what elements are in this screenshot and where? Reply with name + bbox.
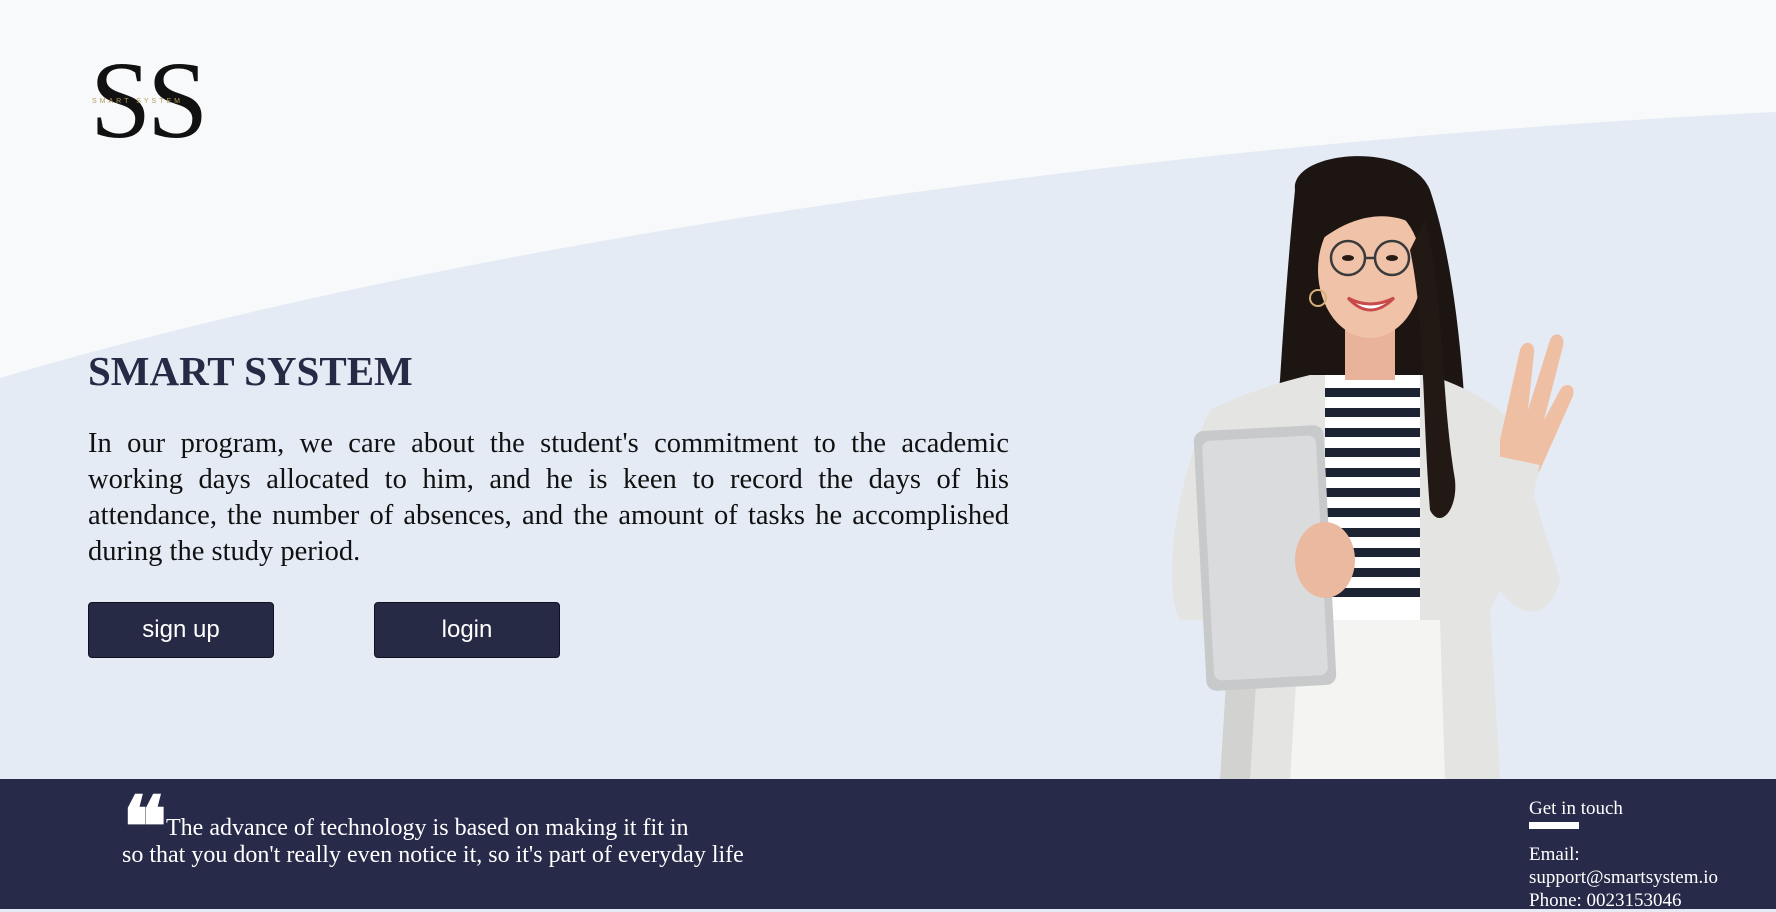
contact-underline: [1529, 822, 1579, 829]
hero-person-image: [1171, 156, 1574, 780]
quote-line-1: The advance of technology is based on ma…: [166, 815, 689, 841]
signup-button[interactable]: sign up: [88, 602, 274, 658]
hero-title: SMART SYSTEM: [88, 348, 413, 394]
quote-line-2: so that you don't really even notice it,…: [122, 842, 744, 868]
contact-heading: Get in touch: [1529, 798, 1623, 819]
login-button[interactable]: login: [374, 602, 560, 658]
contact-section: Get in touch Email: support@smartsystem.…: [1529, 797, 1718, 912]
logo-tagline: SMART SYSTEM: [92, 98, 183, 105]
hero-description: In our program, we care about the studen…: [88, 428, 1009, 567]
email-label: Email:: [1529, 844, 1580, 865]
email-link[interactable]: support@smartsystem.io: [1529, 866, 1718, 889]
logo[interactable]: SS SMART SYSTEM: [90, 45, 240, 155]
footer: ❝ The advance of technology is based on …: [0, 779, 1776, 912]
